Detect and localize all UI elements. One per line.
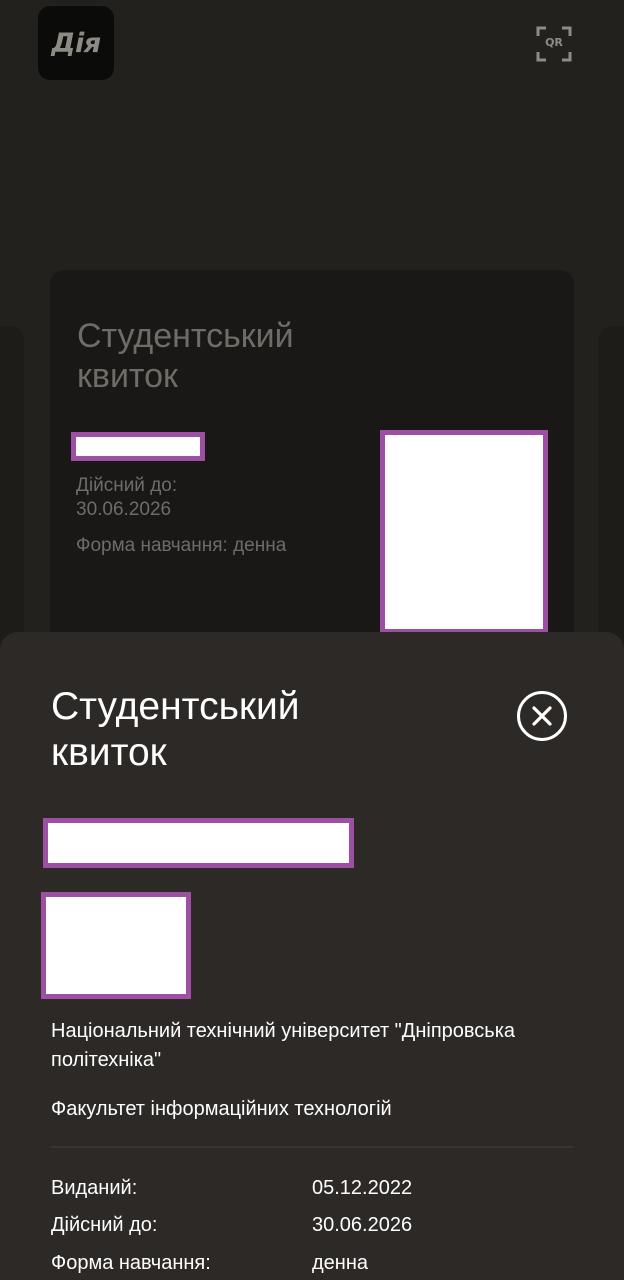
study-form-row: Форма навчання: денна — [51, 1248, 573, 1278]
issued-row: Виданий: 05.12.2022 — [51, 1173, 573, 1203]
issued-value: 05.12.2022 — [312, 1177, 413, 1199]
card-study-form: Форма навчання: денна — [76, 535, 287, 556]
divider — [51, 1146, 573, 1148]
valid-until-row: Дійсний до: 30.06.2026 — [51, 1210, 573, 1240]
student-id-redaction — [41, 892, 191, 999]
card-title: Студентський квиток — [77, 317, 294, 395]
card-validity: Дійсний до: 30.06.2026 — [76, 474, 276, 522]
valid-until-value: 30.06.2026 — [312, 1214, 413, 1236]
card-valid-date: 30.06.2026 — [76, 499, 172, 520]
study-form-label: Форма навчання: — [51, 1252, 211, 1274]
full-name-redaction — [43, 818, 354, 868]
close-icon — [517, 691, 567, 741]
qr-label: QR — [545, 36, 563, 49]
details-sheet: Студентський квиток Національний технічн… — [0, 632, 624, 1280]
close-button[interactable] — [516, 690, 568, 742]
card-valid-label: Дійсний до: — [76, 475, 178, 496]
sheet-title: Студентський квиток — [51, 685, 300, 774]
issued-label: Виданий: — [51, 1177, 138, 1199]
app-logo[interactable]: Дія — [38, 6, 114, 80]
study-form-value: денна — [312, 1252, 369, 1274]
screen: Дія QR Студентський квиток Дійсний до: 3… — [0, 0, 624, 1280]
valid-until-label: Дійсний до: — [51, 1214, 158, 1236]
university-name: Національний технічний університет "Дніп… — [51, 1020, 516, 1071]
qr-scan-button[interactable]: QR — [536, 26, 572, 62]
app-logo-text: Дія — [51, 27, 101, 59]
photo-redaction — [380, 430, 548, 634]
faculty-name: Факультет інформаційних технологій — [51, 1098, 392, 1120]
name-redaction — [71, 432, 205, 461]
